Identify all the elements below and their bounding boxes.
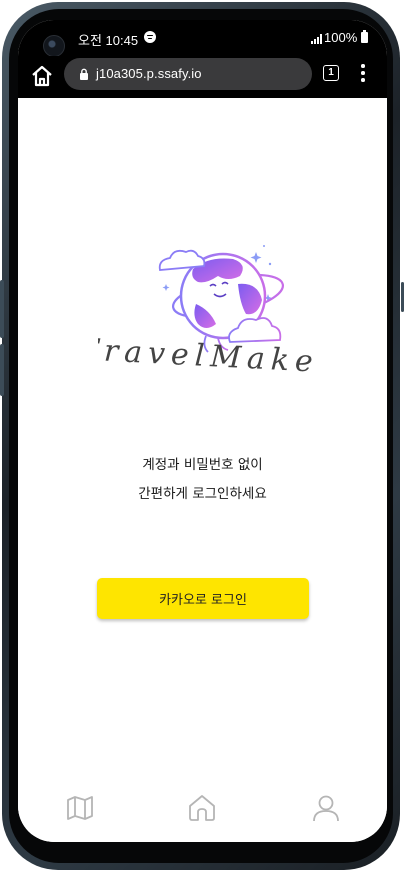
- tab-switcher-button[interactable]: 1: [323, 65, 339, 81]
- bottom-nav: [18, 772, 387, 842]
- spotify-icon: [144, 31, 156, 43]
- kakao-login-label: 카카오로 로그인: [159, 593, 247, 608]
- more-menu-icon[interactable]: [360, 64, 366, 82]
- user-icon[interactable]: [310, 792, 342, 824]
- power-button: [0, 344, 4, 396]
- map-icon[interactable]: [64, 792, 96, 824]
- battery-percent: 100%: [324, 30, 358, 45]
- battery-icon: [361, 30, 368, 43]
- url-text[interactable]: j10a305.p.ssafy.io: [96, 66, 202, 81]
- tagline-line2: 간편하게 로그인하세요: [138, 486, 267, 502]
- tagline-line1: 계정과 비밀번호 없이: [142, 457, 263, 473]
- travelmaker-logo: TravelMaker: [98, 245, 318, 374]
- home-icon[interactable]: [186, 792, 218, 824]
- status-time: 오전 10:45: [78, 33, 139, 48]
- status-bar: 오전 10:45 100%: [18, 20, 387, 57]
- front-camera: [43, 35, 65, 57]
- screen: 오전 10:45 100% j10a305.p.ssafy.io 1 Trave…: [18, 20, 387, 842]
- browser-toolbar: j10a305.p.ssafy.io 1: [18, 56, 387, 98]
- volume-button: [0, 280, 4, 338]
- home-button[interactable]: [30, 64, 54, 88]
- signal-icon: [311, 34, 323, 44]
- kakao-login-button[interactable]: 카카오로 로그인: [97, 578, 309, 619]
- lock-icon: [80, 68, 88, 80]
- logo-wordmark: TravelMaker: [98, 332, 318, 374]
- address-bar[interactable]: j10a305.p.ssafy.io: [64, 58, 312, 90]
